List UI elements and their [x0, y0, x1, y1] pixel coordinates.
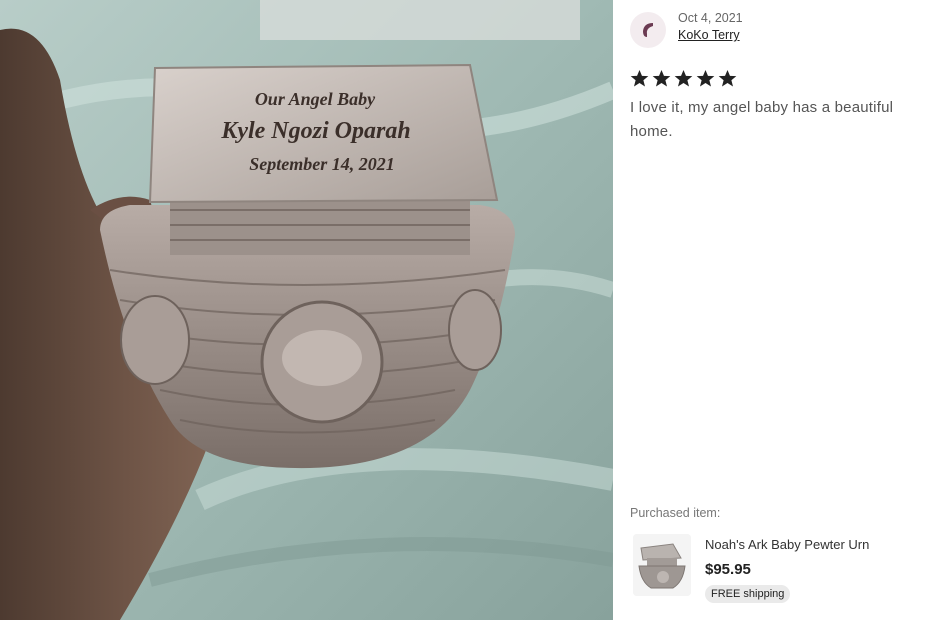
plaque-line3: September 14, 2021 — [249, 154, 395, 174]
star-icon — [696, 69, 715, 87]
plaque-line1: Our Angel Baby — [255, 89, 376, 109]
reviewer-header: Oct 4, 2021 KoKo Terry — [630, 10, 743, 48]
star-rating — [630, 69, 737, 88]
star-icon — [718, 69, 737, 87]
star-icon — [652, 69, 671, 87]
reviewer-avatar-icon[interactable] — [630, 12, 666, 48]
purchased-item-price: $95.95 — [705, 561, 751, 578]
purchased-item-label: Purchased item: — [630, 506, 721, 520]
review-panel: Oct 4, 2021 KoKo Terry I love it, my ang… — [613, 0, 935, 620]
purchased-item-title[interactable]: Noah's Ark Baby Pewter Urn — [705, 536, 869, 554]
free-shipping-badge: FREE shipping — [705, 585, 791, 603]
purchased-item-thumbnail[interactable] — [633, 534, 691, 596]
star-icon — [630, 69, 649, 87]
review-photo-image: Our Angel Baby Kyle Ngozi Oparah Septemb… — [0, 0, 613, 620]
reviewer-meta: Oct 4, 2021 KoKo Terry — [678, 10, 743, 44]
plaque-line2: Kyle Ngozi Oparah — [220, 118, 410, 144]
reviewer-name-link[interactable]: KoKo Terry — [678, 26, 743, 44]
review-photo[interactable]: Our Angel Baby Kyle Ngozi Oparah Septemb… — [0, 0, 613, 620]
ark-urn-thumbnail-image — [633, 534, 691, 596]
review-text: I love it, my angel baby has a beautiful… — [630, 99, 894, 140]
purchased-item-link[interactable]: Noah's Ark Baby Pewter Urn $95.95 FREE s… — [633, 534, 869, 603]
star-icon — [674, 69, 693, 87]
review-date: Oct 4, 2021 — [678, 11, 743, 25]
purchased-item-info: Noah's Ark Baby Pewter Urn $95.95 FREE s… — [705, 534, 869, 603]
reviewer-avatar-glyph — [643, 23, 653, 37]
